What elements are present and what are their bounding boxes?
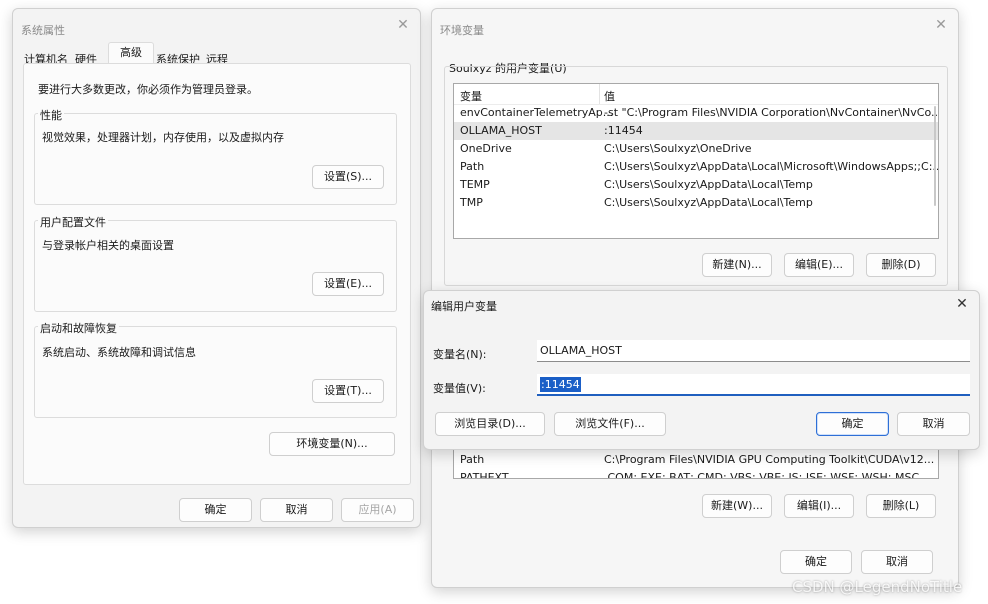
close-icon[interactable]: ✕ xyxy=(934,18,948,32)
variable-name: envContainerTelemetryAp... xyxy=(460,106,614,119)
startup-recovery-settings-button[interactable]: 设置(T)... xyxy=(312,379,384,403)
user-variables-list[interactable]: 变量 值 envContainerTelemetryAp... -st "C:\… xyxy=(453,83,939,239)
variable-name: OLLAMA_HOST xyxy=(460,124,542,137)
column-header-value[interactable]: 值 xyxy=(604,88,615,104)
performance-group xyxy=(34,113,397,205)
variable-value: .COM;.EXE;.BAT;.CMD;.VBS;.VBE;.JS;.JSE;.… xyxy=(604,471,920,479)
startup-recovery-desc: 系统启动、系统故障和调试信息 xyxy=(42,346,196,359)
user-edit-button[interactable]: 编辑(E)... xyxy=(784,253,854,277)
browse-file-button[interactable]: 浏览文件(F)... xyxy=(554,412,666,436)
environment-variables-titlebar: 环境变量 ✕ xyxy=(432,9,958,43)
table-row[interactable]: OneDrive C:\Users\Soulxyz\OneDrive xyxy=(454,140,938,158)
column-divider[interactable] xyxy=(599,84,600,104)
cancel-button[interactable]: 取消 xyxy=(897,412,970,436)
system-properties-titlebar: 系统属性 ✕ xyxy=(13,9,420,43)
watermark: CSDN @LegendNoTitle xyxy=(792,578,963,596)
ok-button[interactable]: 确定 xyxy=(780,550,852,574)
table-row[interactable]: TMP C:\Users\Soulxyz\AppData\Local\Temp xyxy=(454,194,938,212)
variable-name: TEMP xyxy=(460,178,490,191)
edit-user-variable-dialog: 编辑用户变量 ✕ 变量名(N): OLLAMA_HOST 变量值(V): :11… xyxy=(423,290,980,450)
cancel-button[interactable]: 取消 xyxy=(260,498,333,522)
browse-directory-button[interactable]: 浏览目录(D)... xyxy=(435,412,545,436)
performance-label: 性能 xyxy=(38,107,64,123)
system-edit-button[interactable]: 编辑(I)... xyxy=(784,494,854,518)
variable-value: C:\Users\Soulxyz\AppData\Local\Temp xyxy=(604,196,813,209)
variable-name: TMP xyxy=(460,196,483,209)
table-row[interactable]: TEMP C:\Users\Soulxyz\AppData\Local\Temp xyxy=(454,176,938,194)
user-new-button[interactable]: 新建(N)... xyxy=(702,253,772,277)
variable-name-label: 变量名(N): xyxy=(433,348,487,361)
variable-value: :11454 xyxy=(604,124,643,137)
performance-desc: 视觉效果，处理器计划，内存使用，以及虚拟内存 xyxy=(42,131,284,144)
variable-name: OneDrive xyxy=(460,142,512,155)
variable-value-selected-text: :11454 xyxy=(540,377,581,392)
ok-button[interactable]: 确定 xyxy=(816,412,889,436)
table-row[interactable]: Path C:\Program Files\NVIDIA GPU Computi… xyxy=(454,451,938,469)
variable-value: C:\Users\Soulxyz\AppData\Local\Temp xyxy=(604,178,813,191)
table-row[interactable]: Path C:\Users\Soulxyz\AppData\Local\Micr… xyxy=(454,158,938,176)
variable-name: PATHEXT xyxy=(460,471,509,479)
variable-value: C:\Users\Soulxyz\OneDrive xyxy=(604,142,752,155)
tab-advanced-label: 高级 xyxy=(120,46,142,59)
close-icon[interactable]: ✕ xyxy=(955,297,969,311)
startup-recovery-group xyxy=(34,326,397,418)
table-row[interactable]: envContainerTelemetryAp... -st "C:\Progr… xyxy=(454,104,938,122)
performance-settings-button[interactable]: 设置(S)... xyxy=(312,165,384,189)
scrollbar[interactable] xyxy=(934,106,936,206)
environment-variables-button[interactable]: 环境变量(N)... xyxy=(269,432,395,456)
variable-name: Path xyxy=(460,160,485,173)
table-row-selected[interactable]: OLLAMA_HOST :11454 xyxy=(454,122,938,140)
system-new-button[interactable]: 新建(W)... xyxy=(702,494,772,518)
variable-value: -st "C:\Program Files\NVIDIA Corporation… xyxy=(604,106,939,119)
user-profile-settings-button[interactable]: 设置(E)... xyxy=(312,272,384,296)
user-delete-button[interactable]: 删除(D) xyxy=(866,253,936,277)
variable-name-value: OLLAMA_HOST xyxy=(540,344,622,357)
admin-note: 要进行大多数更改，你必须作为管理员登录。 xyxy=(38,83,258,96)
variable-name-field[interactable]: OLLAMA_HOST xyxy=(537,340,970,362)
variable-value-label: 变量值(V): xyxy=(433,382,486,395)
user-profile-label: 用户配置文件 xyxy=(38,214,108,230)
list-header: 变量 值 xyxy=(454,84,938,105)
variable-value-field[interactable]: :11454 xyxy=(537,374,970,396)
column-header-variable[interactable]: 变量 xyxy=(460,88,482,104)
variable-value: C:\Users\Soulxyz\AppData\Local\Microsoft… xyxy=(604,160,939,173)
dialog-titlebar: 编辑用户变量 ✕ xyxy=(424,291,979,319)
system-properties-window: 系统属性 ✕ 计算机名 硬件 高级 系统保护 远程 要进行大多数更改，你必须作为… xyxy=(12,8,421,528)
window-title: 环境变量 xyxy=(440,24,484,37)
user-profile-desc: 与登录帐户相关的桌面设置 xyxy=(42,239,174,252)
variable-value: C:\Program Files\NVIDIA GPU Computing To… xyxy=(604,453,935,466)
user-profile-group xyxy=(34,220,397,312)
cancel-button[interactable]: 取消 xyxy=(861,550,933,574)
window-title: 系统属性 xyxy=(21,24,65,37)
advanced-tab-panel: 要进行大多数更改，你必须作为管理员登录。 性能 视觉效果，处理器计划，内存使用，… xyxy=(23,63,411,485)
variable-name: Path xyxy=(460,453,485,466)
table-row[interactable]: PATHEXT .COM;.EXE;.BAT;.CMD;.VBS;.VBE;.J… xyxy=(454,469,938,479)
system-delete-button[interactable]: 删除(L) xyxy=(866,494,936,518)
tab-advanced[interactable]: 高级 xyxy=(108,42,154,65)
close-icon[interactable]: ✕ xyxy=(396,18,410,32)
dialog-title: 编辑用户变量 xyxy=(431,300,497,313)
apply-button[interactable]: 应用(A) xyxy=(341,498,414,522)
startup-recovery-label: 启动和故障恢复 xyxy=(38,320,119,336)
ok-button[interactable]: 确定 xyxy=(179,498,252,522)
